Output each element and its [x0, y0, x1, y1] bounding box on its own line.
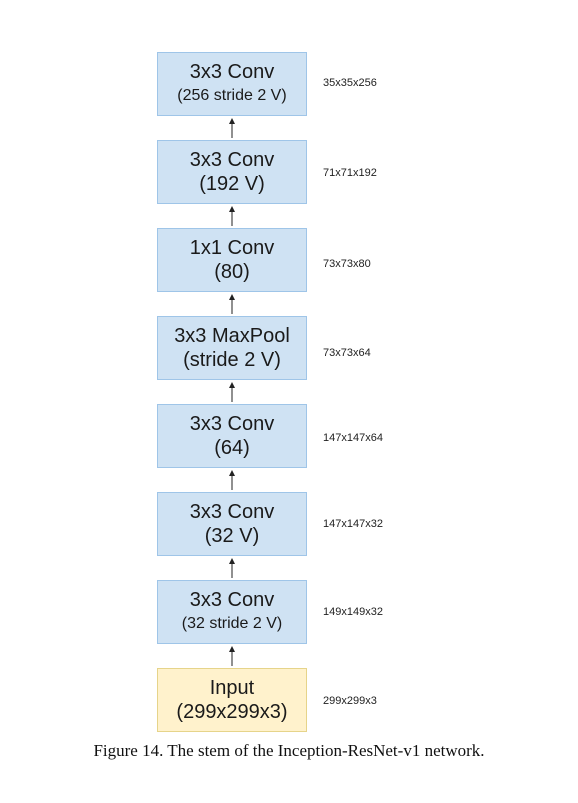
layer-params: (80)	[214, 261, 250, 283]
layer-title: Input	[209, 677, 255, 699]
layer-params: (32 V)	[204, 525, 260, 547]
dims-label: 149x149x32	[323, 606, 383, 618]
conv-3x3-32-stride-box: 3x3 Conv (32 stride 2 V)	[157, 580, 307, 644]
dims-label: 147x147x64	[323, 432, 383, 444]
layer-title: 3x3 Conv	[189, 61, 275, 83]
layer-title: 3x3 Conv	[189, 501, 275, 523]
dims-label: 71x71x192	[323, 167, 377, 179]
conv-3x3-256-box: 3x3 Conv (256 stride 2 V)	[157, 52, 307, 116]
layer-params: (192 V)	[199, 173, 265, 195]
layer-params: (stride 2 V)	[183, 349, 281, 371]
layer-params: (32 stride 2 V)	[181, 615, 283, 632]
figure-caption: Figure 14. The stem of the Inception-Res…	[93, 741, 485, 760]
layer-title: 3x3 Conv	[189, 589, 275, 611]
arrow-5	[229, 470, 235, 490]
dims-label: 299x299x3	[323, 695, 377, 707]
conv-3x3-192-box: 3x3 Conv (192 V)	[157, 140, 307, 204]
arrow-6	[229, 558, 235, 578]
layer-title: 3x3 Conv	[189, 149, 275, 171]
layer-params: (64)	[214, 437, 250, 459]
layer-title: 3x3 MaxPool	[174, 325, 290, 347]
input-box: Input (299x299x3)	[157, 668, 307, 732]
conv-3x3-64-box: 3x3 Conv (64)	[157, 404, 307, 468]
dims-label: 73x73x80	[323, 258, 371, 270]
arrow-7	[229, 646, 235, 666]
arrow-3	[229, 294, 235, 314]
dims-label: 147x147x32	[323, 518, 383, 530]
dims-label: 35x35x256	[323, 77, 377, 89]
arrow-1	[229, 118, 235, 138]
conv-1x1-80-box: 1x1 Conv (80)	[157, 228, 307, 292]
dims-label: 73x73x64	[323, 347, 371, 359]
layer-params: (299x299x3)	[176, 701, 288, 723]
layer-title: 1x1 Conv	[189, 237, 275, 259]
arrow-2	[229, 206, 235, 226]
conv-3x3-32v-box: 3x3 Conv (32 V)	[157, 492, 307, 556]
layer-title: 3x3 Conv	[189, 413, 275, 435]
maxpool-3x3-box: 3x3 MaxPool (stride 2 V)	[157, 316, 307, 380]
arrow-4	[229, 382, 235, 402]
layer-params: (256 stride 2 V)	[177, 87, 287, 104]
